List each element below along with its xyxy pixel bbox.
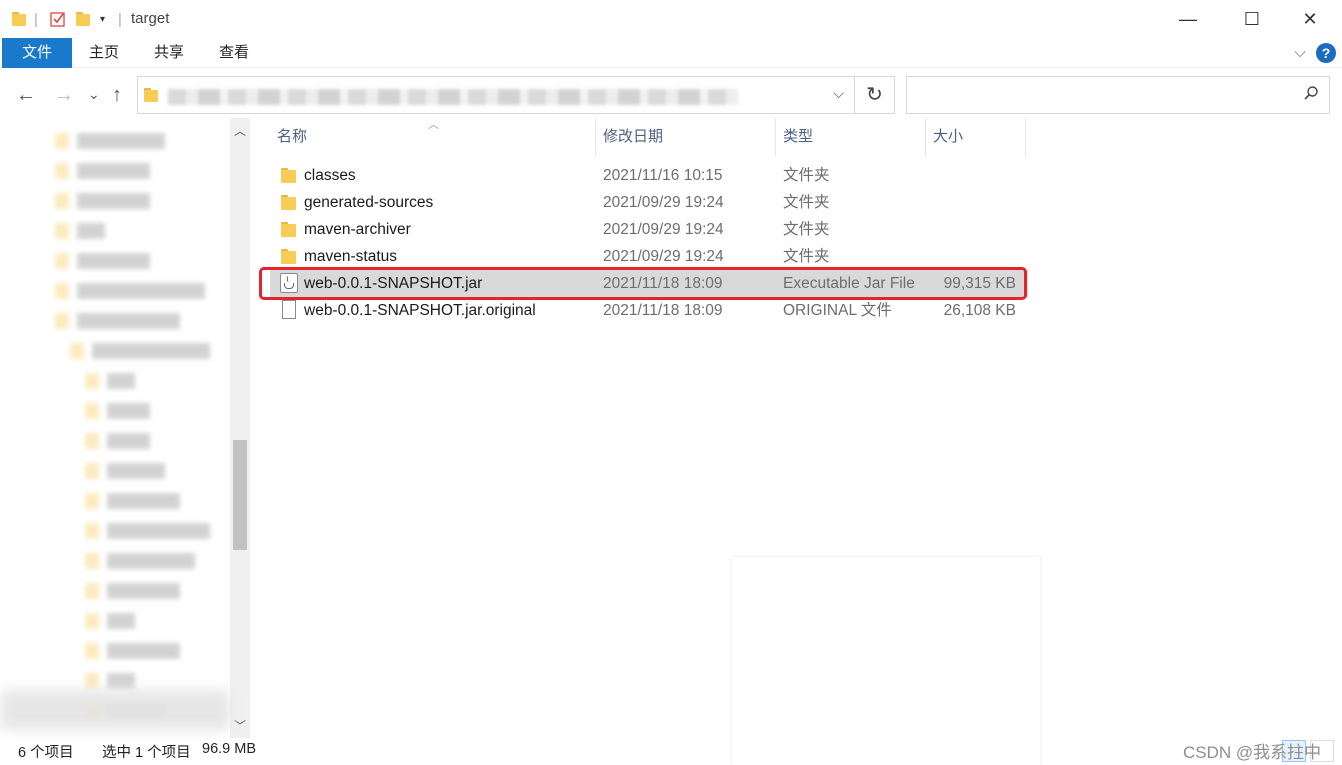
file-type: 文件夹 xyxy=(783,194,830,211)
watermark: CSDN @我系拄中 xyxy=(1183,743,1322,762)
tab-view[interactable]: 查看 xyxy=(208,38,260,68)
file-date: 2021/09/29 19:24 xyxy=(603,248,724,265)
ribbon-expand-icon[interactable]: ⌵ xyxy=(1290,38,1310,68)
file-size: 26,108 KB xyxy=(943,302,1016,319)
file-row[interactable]: generated-sources 2021/09/29 19:24 文件夹 xyxy=(270,189,1028,216)
scrollbar-thumb[interactable] xyxy=(233,440,247,550)
nav-tree-item[interactable] xyxy=(85,463,165,479)
file-name: generated-sources xyxy=(304,194,434,211)
file-name: maven-archiver xyxy=(304,221,411,238)
divider: | xyxy=(118,10,122,28)
column-header-size[interactable]: 大小 xyxy=(926,118,1026,156)
properties-icon[interactable] xyxy=(50,9,66,29)
maximize-button[interactable]: ☐ xyxy=(1232,6,1272,32)
tab-share[interactable]: 共享 xyxy=(143,38,195,68)
scroll-down-icon[interactable]: ﹀ xyxy=(230,717,250,734)
file-type: ORIGINAL 文件 xyxy=(783,302,892,319)
nav-tree-item[interactable] xyxy=(85,403,150,419)
close-button[interactable]: ✕ xyxy=(1290,6,1330,32)
folder-icon xyxy=(12,9,28,29)
redaction-blur xyxy=(0,690,230,730)
customize-toolbar-icon[interactable]: ▾ xyxy=(100,9,105,29)
window-title: target xyxy=(131,10,170,27)
status-item-count: 6 个项目 xyxy=(18,745,74,761)
address-dropdown-button[interactable]: ⌵ xyxy=(833,85,844,102)
scroll-up-icon[interactable]: ︿ xyxy=(230,122,250,139)
nav-tree-item[interactable] xyxy=(85,583,180,599)
divider: | xyxy=(34,10,38,28)
red-highlight-annotation xyxy=(259,267,1027,300)
minimize-button[interactable]: — xyxy=(1168,6,1208,32)
file-date: 2021/09/29 19:24 xyxy=(603,194,724,211)
file-row[interactable]: classes 2021/11/16 10:15 文件夹 xyxy=(270,162,1028,189)
nav-tree-item[interactable] xyxy=(85,553,195,569)
column-header-name[interactable]: 名称 xyxy=(270,118,596,156)
nav-tree-item[interactable] xyxy=(85,493,180,509)
folder-icon xyxy=(281,249,297,264)
blank-overlay-panel xyxy=(732,557,1040,765)
folder-icon xyxy=(281,168,297,183)
nav-tree-item[interactable] xyxy=(85,613,135,629)
folder-icon xyxy=(144,88,160,102)
nav-tree-item[interactable] xyxy=(55,133,165,149)
file-date: 2021/11/16 10:15 xyxy=(603,167,723,184)
file-row[interactable]: maven-status 2021/09/29 19:24 文件夹 xyxy=(270,243,1028,270)
address-path-redacted xyxy=(168,89,738,105)
navigation-pane-scrollbar[interactable]: ︿ ﹀ xyxy=(230,118,250,738)
status-selected-size: 96.9 MB xyxy=(202,741,256,757)
forward-button[interactable]: → xyxy=(54,84,74,107)
nav-tree-item[interactable] xyxy=(85,433,150,449)
refresh-button[interactable]: ↻ xyxy=(855,76,895,114)
back-button[interactable]: ← xyxy=(16,84,36,107)
navigation-pane[interactable] xyxy=(0,118,252,738)
column-header-date[interactable]: 修改日期 xyxy=(596,118,776,156)
folder-icon xyxy=(281,222,297,237)
file-date: 2021/11/18 18:09 xyxy=(603,302,723,319)
file-type: 文件夹 xyxy=(783,221,830,238)
file-name: web-0.0.1-SNAPSHOT.jar.original xyxy=(304,302,536,319)
nav-tree-item[interactable] xyxy=(85,643,180,659)
nav-tree-item[interactable] xyxy=(55,283,205,299)
new-folder-icon[interactable] xyxy=(76,9,92,29)
nav-tree-item[interactable] xyxy=(85,523,210,539)
nav-tree-item[interactable] xyxy=(55,163,150,179)
nav-tree-item[interactable] xyxy=(55,223,105,239)
file-row[interactable]: maven-archiver 2021/09/29 19:24 文件夹 xyxy=(270,216,1028,243)
nav-tree-item[interactable] xyxy=(55,253,150,269)
file-name: maven-status xyxy=(304,248,398,265)
file-date: 2021/09/29 19:24 xyxy=(603,221,724,238)
nav-tree-item[interactable] xyxy=(70,343,210,359)
file-icon xyxy=(282,300,296,319)
file-type: 文件夹 xyxy=(783,167,830,184)
nav-tree-item[interactable] xyxy=(55,313,180,329)
column-header-type[interactable]: 类型 xyxy=(776,118,926,156)
file-name: classes xyxy=(304,167,356,184)
recent-locations-button[interactable]: ⌄ xyxy=(88,86,100,103)
search-input[interactable] xyxy=(906,76,1330,114)
status-selected: 选中 1 个项目 xyxy=(102,745,191,761)
nav-tree-item[interactable] xyxy=(55,193,150,209)
title-bar: | ▾ | target — ☐ ✕ xyxy=(0,0,1342,38)
folder-icon xyxy=(281,195,297,210)
search-icon[interactable] xyxy=(1303,85,1319,101)
tab-file[interactable]: 文件 xyxy=(2,38,72,68)
nav-tree-item[interactable] xyxy=(85,373,135,389)
up-button[interactable]: ↑ xyxy=(112,84,122,107)
address-bar[interactable]: ⌵ xyxy=(137,76,855,114)
tab-home[interactable]: 主页 xyxy=(78,38,130,68)
file-type: 文件夹 xyxy=(783,248,830,265)
file-row[interactable]: web-0.0.1-SNAPSHOT.jar.original 2021/11/… xyxy=(270,297,1028,324)
help-icon[interactable]: ? xyxy=(1316,43,1336,63)
status-bar: 6 个项目 选中 1 个项目 96.9 MB xyxy=(0,690,1342,765)
nav-tree-item[interactable] xyxy=(85,673,135,689)
ribbon-tabs: 文件 主页 共享 查看 ⌵ ? xyxy=(0,38,1342,68)
